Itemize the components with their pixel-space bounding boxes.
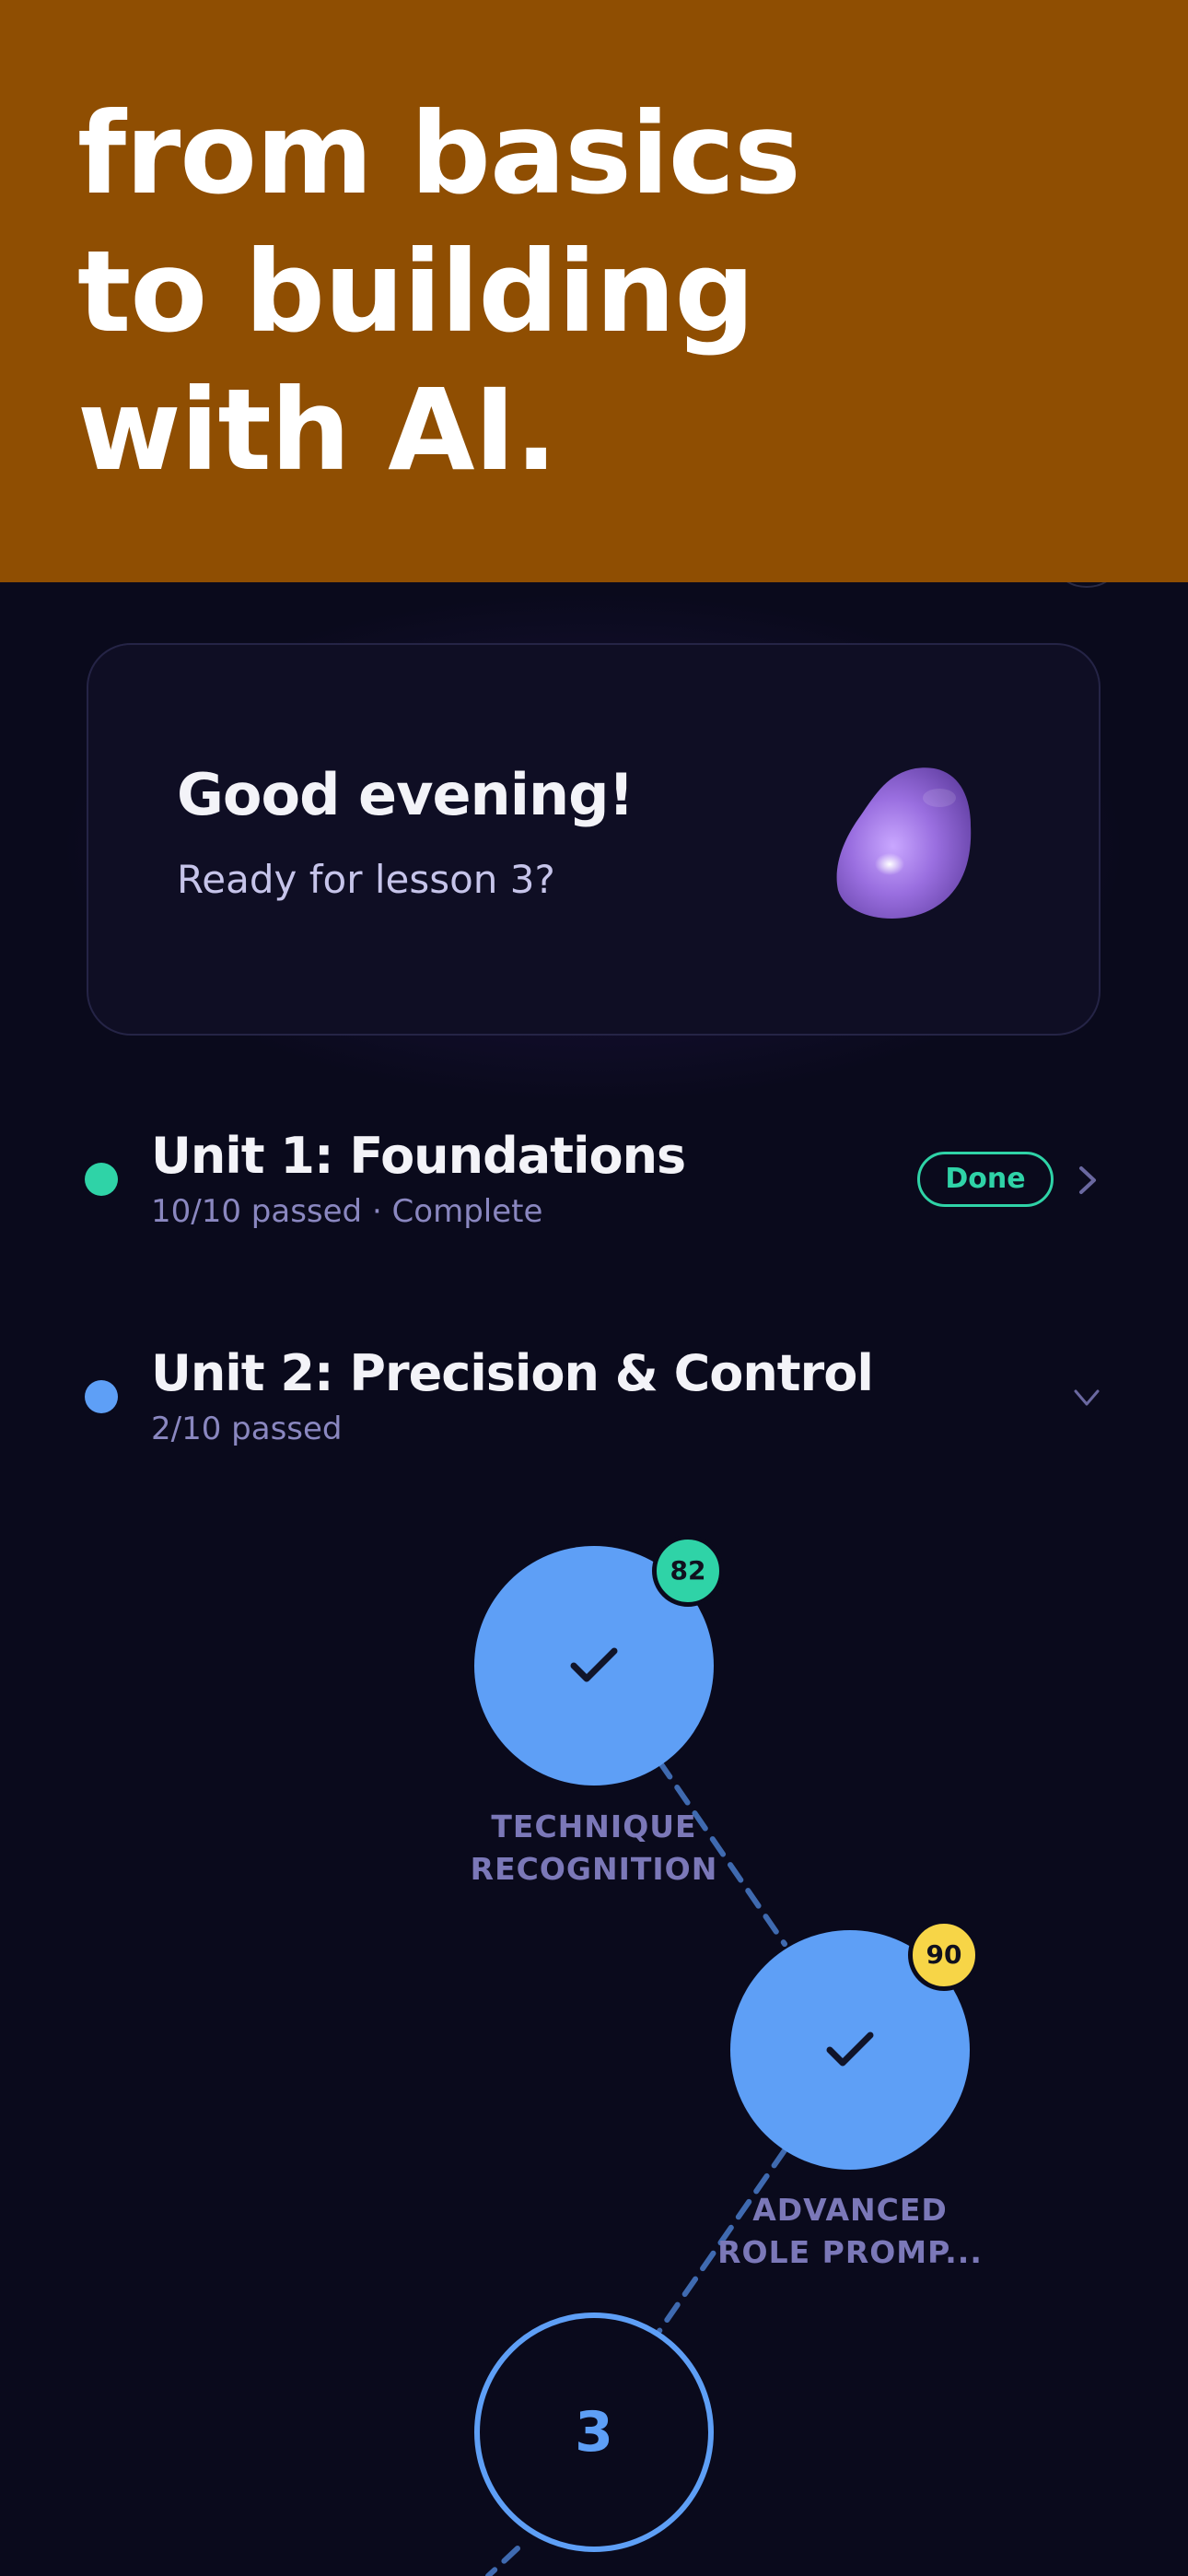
lesson-number: 3 bbox=[575, 2400, 613, 2465]
hero-line-1: from basics bbox=[77, 88, 801, 219]
lesson-label-line: ROLE PROMP... bbox=[717, 2234, 983, 2270]
lesson-label-line: RECOGNITION bbox=[470, 1851, 718, 1887]
check-icon bbox=[570, 1647, 618, 1682]
score-badge: 90 bbox=[908, 1919, 980, 1991]
lesson-label: TECHNIQUE RECOGNITION bbox=[428, 1806, 760, 1891]
hero-line-3: with AI. bbox=[77, 365, 557, 496]
lesson-node-current[interactable]: 3 bbox=[474, 2313, 714, 2552]
check-icon bbox=[826, 2032, 874, 2067]
app-screen: from basics to building with AI. Good ev… bbox=[0, 0, 1188, 2576]
hero-line-2: to building bbox=[77, 227, 755, 357]
score-badge: 82 bbox=[652, 1535, 724, 1607]
lesson-label: ADVANCED ROLE PROMP... bbox=[684, 2189, 1016, 2274]
lesson-label-line: ADVANCED bbox=[752, 2192, 948, 2228]
lesson-label-line: TECHNIQUE bbox=[491, 1809, 697, 1844]
hero-banner: from basics to building with AI. bbox=[0, 0, 1188, 582]
